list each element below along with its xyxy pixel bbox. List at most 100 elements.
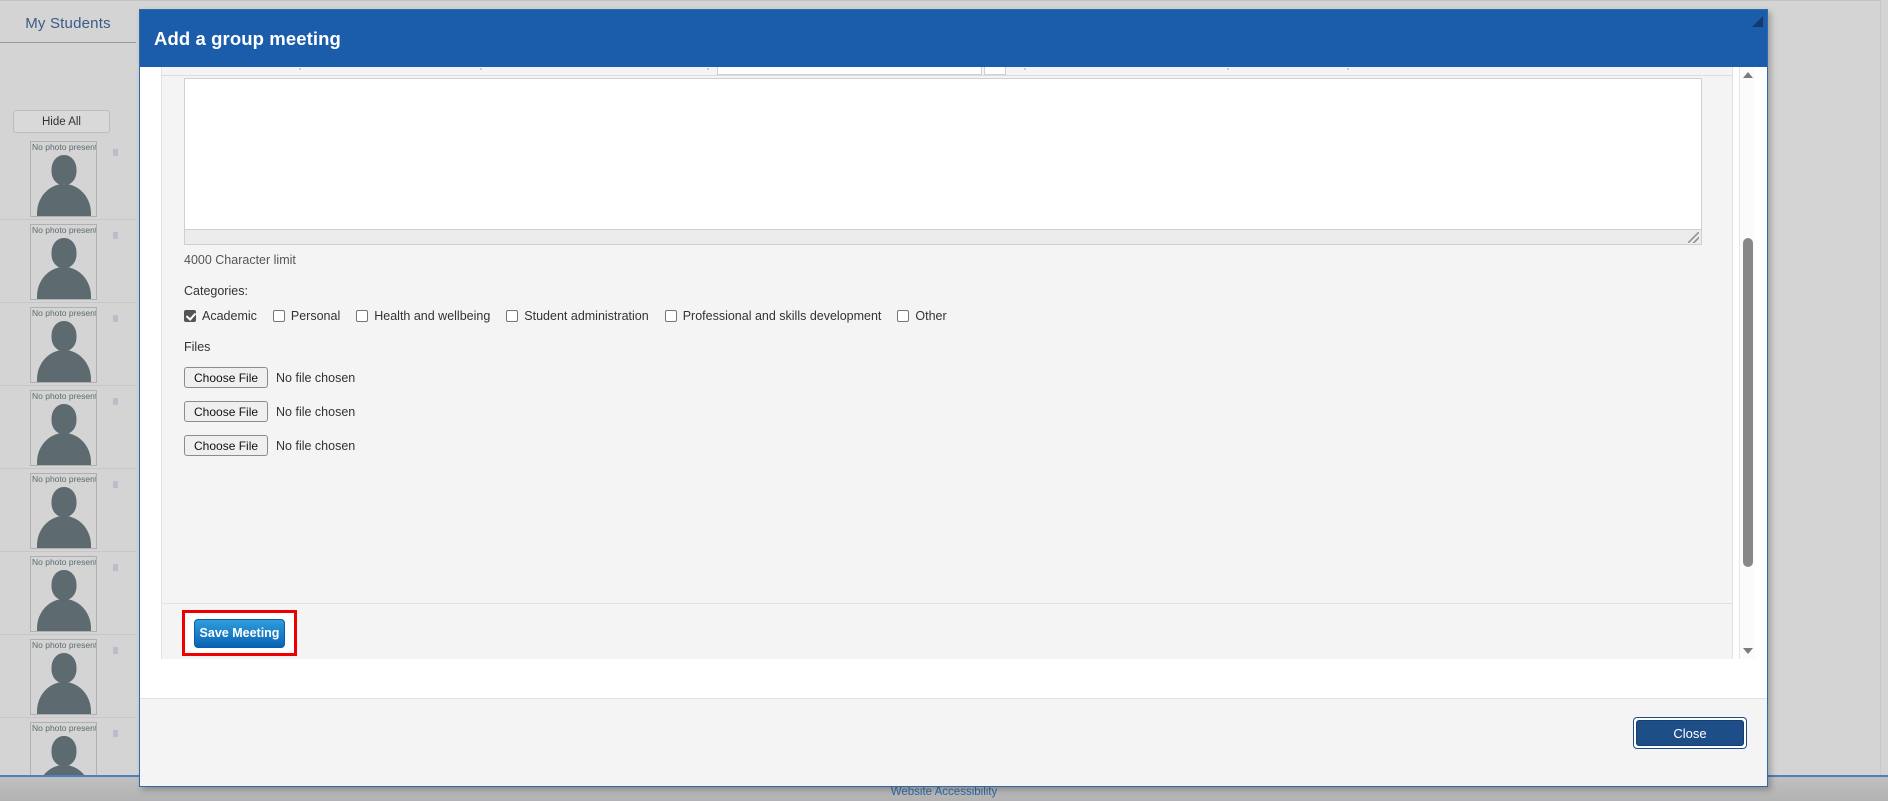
choose-file-label: Choose File: [194, 370, 259, 385]
resize-grip-icon[interactable]: [1752, 14, 1763, 27]
dialog-scrollbar[interactable]: [1739, 67, 1755, 659]
avatar-body-icon: [36, 599, 91, 631]
student-avatar: No photo present: [30, 224, 97, 300]
dialog-header: Add a group meeting: [140, 10, 1767, 67]
student-avatar: No photo present: [30, 141, 97, 217]
student-row-stub: [113, 232, 118, 239]
category-checkbox[interactable]: [664, 310, 677, 322]
category-label: Professional and skills development: [682, 309, 882, 323]
page-title: My Students: [25, 15, 111, 32]
dialog-body: 4000 Character limit Categories: Academi…: [140, 67, 1767, 698]
file-status-text: No file chosen: [276, 404, 356, 419]
category-label: Student administration: [524, 309, 649, 323]
choose-file-label: Choose File: [194, 438, 259, 453]
category-option[interactable]: Professional and skills development: [664, 309, 882, 323]
student-avatar: No photo present: [30, 307, 97, 383]
meeting-notes-textarea[interactable]: [184, 78, 1702, 230]
choose-file-button[interactable]: Choose File: [184, 435, 269, 456]
textarea-resize-grip-icon[interactable]: [1688, 232, 1699, 243]
file-upload-row: Choose File No file chosen: [184, 401, 1710, 422]
category-option[interactable]: Personal: [272, 309, 341, 323]
avatar-placeholder-label: No photo present: [32, 391, 97, 401]
category-checkbox[interactable]: [897, 310, 910, 322]
choose-file-button[interactable]: Choose File: [184, 401, 269, 422]
student-avatar: No photo present: [30, 473, 97, 549]
categories-checkbox-group: Academic Personal Health and wellbeing Stud…: [184, 309, 1710, 323]
avatar-body-icon: [36, 682, 91, 714]
hide-all-label: Hide All: [42, 115, 81, 128]
category-checkbox[interactable]: [506, 310, 519, 322]
file-upload-row: Choose File No file chosen: [184, 435, 1710, 456]
file-status-text: No file chosen: [276, 438, 356, 453]
add-group-meeting-dialog: Add a group meeting 4000 Character limit…: [139, 9, 1768, 787]
avatar-placeholder-label: No photo present: [32, 142, 97, 152]
textarea-resize-bar: [184, 230, 1702, 245]
student-row-stub: [113, 149, 118, 156]
avatar-body-icon: [36, 350, 91, 382]
category-option[interactable]: Health and wellbeing: [356, 309, 490, 323]
choose-file-button[interactable]: Choose File: [184, 367, 269, 388]
avatar-placeholder-label: No photo present: [32, 225, 97, 235]
dialog-scroll-region: 4000 Character limit Categories: Academi…: [161, 67, 1733, 603]
category-label: Academic: [202, 309, 257, 323]
student-row-stub: [113, 564, 118, 571]
file-status-text: No file chosen: [276, 370, 356, 385]
file-upload-list: Choose File No file chosen Choose File No f…: [184, 367, 1710, 456]
student-row-stub: [113, 730, 118, 737]
scroll-down-icon[interactable]: [1740, 643, 1756, 659]
student-row-stub: [113, 481, 118, 488]
close-button[interactable]: Close: [1636, 720, 1744, 746]
category-label: Personal: [290, 309, 341, 323]
scrollbar-thumb[interactable]: [1743, 238, 1753, 567]
choose-file-label: Choose File: [194, 404, 259, 419]
student-avatar: No photo present: [30, 556, 97, 632]
close-button-focus-ring: Close: [1633, 717, 1747, 749]
category-checkbox[interactable]: [272, 310, 285, 322]
avatar-head-icon: [51, 321, 76, 351]
avatar-placeholder-label: No photo present: [32, 308, 97, 318]
avatar-head-icon: [51, 487, 76, 517]
avatar-placeholder-label: No photo present: [32, 723, 97, 733]
avatar-head-icon: [51, 404, 76, 434]
background-right-edge: [1880, 0, 1888, 775]
student-avatar: No photo present: [30, 639, 97, 715]
meeting-form: 4000 Character limit Categories: Academi…: [162, 76, 1732, 603]
category-option[interactable]: Other: [897, 309, 947, 323]
save-action-bar: Save Meeting: [161, 603, 1733, 659]
avatar-head-icon: [51, 155, 76, 185]
category-label: Health and wellbeing: [374, 309, 491, 323]
avatar-head-icon: [51, 570, 76, 600]
avatar-placeholder-label: No photo present: [32, 557, 97, 567]
dialog-footer: Close: [140, 698, 1767, 786]
category-label: Other: [915, 309, 947, 323]
save-meeting-button[interactable]: Save Meeting: [194, 618, 285, 648]
avatar-head-icon: [51, 238, 76, 268]
student-avatar: No photo present: [30, 390, 97, 466]
save-button-highlight: Save Meeting: [182, 610, 297, 656]
clipped-form-row-above: [162, 67, 1732, 76]
student-row-stub: [113, 315, 118, 322]
category-checkbox[interactable]: [356, 310, 369, 322]
avatar-placeholder-label: No photo present: [32, 474, 97, 484]
file-upload-row: Choose File No file chosen: [184, 367, 1710, 388]
save-meeting-label: Save Meeting: [199, 626, 280, 640]
hide-all-button[interactable]: Hide All: [13, 110, 110, 133]
character-limit-hint: 4000 Character limit: [184, 253, 296, 267]
student-row-stub: [113, 398, 118, 405]
files-label: Files: [184, 340, 211, 354]
background-header: My Students: [0, 9, 136, 43]
categories-label: Categories:: [184, 284, 248, 298]
dialog-title: Add a group meeting: [154, 27, 341, 49]
category-checkbox[interactable]: [184, 310, 196, 322]
student-row-stub: [113, 647, 118, 654]
category-option[interactable]: Academic: [184, 309, 257, 323]
avatar-body-icon: [36, 433, 91, 465]
avatar-body-icon: [36, 184, 91, 216]
scroll-up-icon[interactable]: [1740, 67, 1756, 83]
avatar-head-icon: [51, 736, 76, 766]
category-option[interactable]: Student administration: [506, 309, 649, 323]
avatar-head-icon: [51, 653, 76, 683]
avatar-body-icon: [36, 516, 91, 548]
avatar-body-icon: [36, 267, 91, 299]
avatar-placeholder-label: No photo present: [32, 640, 97, 650]
